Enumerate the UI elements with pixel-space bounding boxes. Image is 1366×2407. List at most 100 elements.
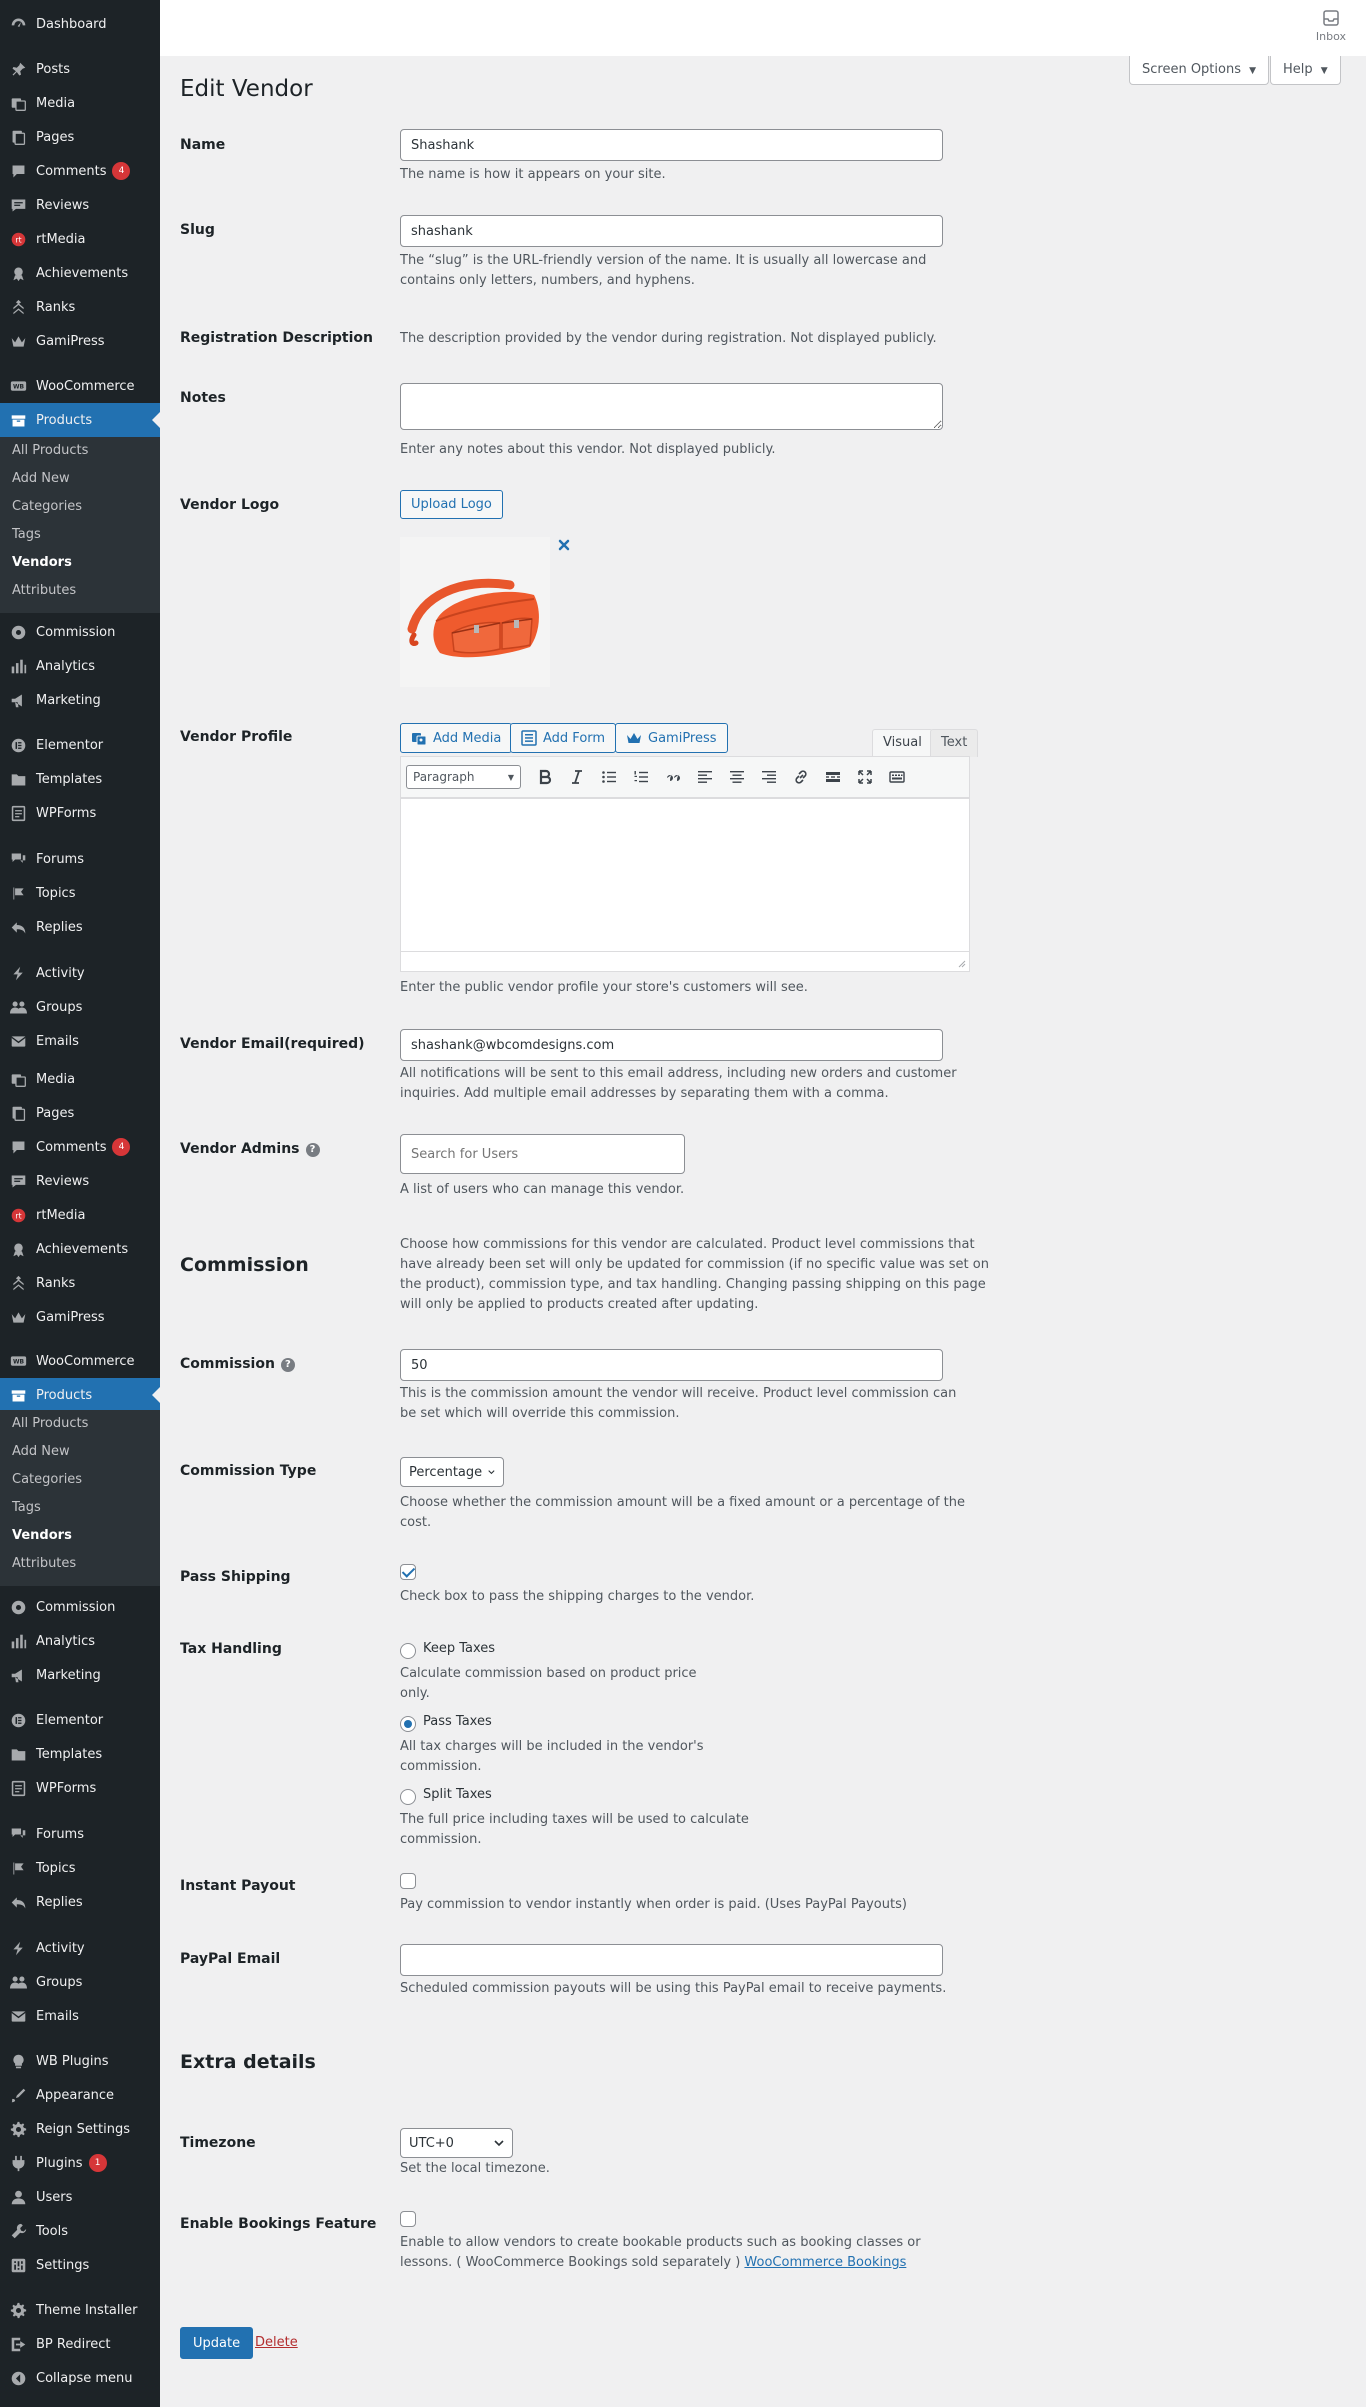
sidebar-item-marketing[interactable]: Marketing [0,1658,160,1692]
sidebar-item-emails[interactable]: Emails [0,1999,160,2033]
sidebar-item-emails[interactable]: Emails [0,1024,160,1058]
sidebar-item-bp-redirect[interactable]: BP Redirect [0,2327,160,2361]
sidebar-item-activity[interactable]: Activity [0,1931,160,1965]
bold-button[interactable] [529,763,561,791]
sidebar-item-analytics[interactable]: Analytics [0,1624,160,1658]
sidebar-item-comments[interactable]: Comments 4 [0,1130,160,1164]
pass-taxes-radio[interactable] [400,1716,416,1732]
insert-link-button[interactable] [785,763,817,791]
sidebar-item-collapse-menu[interactable]: Collapse menu [0,2361,160,2395]
fullscreen-button[interactable] [849,763,881,791]
sidebar-item-wpforms[interactable]: WPForms [0,796,160,830]
sidebar-item-wpforms[interactable]: WPForms [0,1771,160,1805]
sidebar-item-gamipress[interactable]: GamiPress [0,324,160,358]
submenu-item-categories[interactable]: Categories [12,1472,82,1487]
submenu-item-attributes[interactable]: Attributes [12,1556,76,1571]
sidebar-item-reviews[interactable]: Reviews [0,1164,160,1198]
screen-options-button[interactable]: Screen Options ▼ [1129,56,1270,85]
resize-handle-icon[interactable] [956,958,966,968]
paypal-email-input[interactable] [400,1944,943,1976]
help-button[interactable]: Help ▼ [1270,56,1341,85]
commission-type-select[interactable]: Percentage [400,1457,504,1487]
sidebar-item-woocommerce[interactable]: WB WooCommerce [0,369,160,403]
format-select[interactable]: Paragraph ▼ [406,765,521,789]
sidebar-item-ranks[interactable]: Ranks [0,290,160,324]
sidebar-item-achievements[interactable]: Achievements [0,256,160,290]
sidebar-item-rtmedia[interactable]: rt rtMedia [0,1198,160,1232]
sidebar-item-appearance[interactable]: Appearance [0,2078,160,2112]
inbox-button[interactable]: Inbox [1316,8,1346,43]
sidebar-item-dashboard[interactable]: Dashboard [0,7,160,41]
commission-input[interactable] [400,1349,943,1381]
slug-input[interactable] [400,215,943,247]
sidebar-item-groups[interactable]: Groups [0,1965,160,1999]
name-input[interactable] [400,129,943,161]
toolbar-toggle-button[interactable] [881,763,913,791]
submenu-item-attributes[interactable]: Attributes [12,583,76,598]
sidebar-item-topics[interactable]: Topics [0,876,160,910]
sidebar-item-plugins[interactable]: Plugins 1 [0,2146,160,2180]
sidebar-item-templates[interactable]: Templates [0,762,160,796]
sidebar-item-groups[interactable]: Groups [0,990,160,1024]
update-button[interactable]: Update [180,2327,254,2359]
submenu-item-all-products[interactable]: All Products [12,443,88,458]
submenu-item-add-new[interactable]: Add New [12,471,70,486]
sidebar-item-products[interactable]: Products [0,403,160,437]
sidebar-item-gamipress[interactable]: GamiPress [0,1300,160,1334]
sidebar-item-achievements[interactable]: Achievements [0,1232,160,1266]
sidebar-item-elementor[interactable]: Elementor [0,1703,160,1737]
sidebar-item-rtmedia[interactable]: rt rtMedia [0,222,160,256]
sidebar-item-comments[interactable]: Comments 4 [0,154,160,188]
submenu-item-categories[interactable]: Categories [12,499,82,514]
sidebar-item-ranks[interactable]: Ranks [0,1266,160,1300]
sidebar-item-forums[interactable]: Forums [0,842,160,876]
instant-payout-checkbox[interactable] [400,1873,416,1889]
sidebar-item-pages[interactable]: Pages [0,1096,160,1130]
notes-textarea[interactable] [400,383,943,430]
sidebar-item-topics[interactable]: Topics [0,1851,160,1885]
sidebar-item-media[interactable]: Media [0,1062,160,1096]
read-more-button[interactable] [817,763,849,791]
sidebar-item-elementor[interactable]: Elementor [0,728,160,762]
submenu-item-all-products[interactable]: All Products [12,1416,88,1431]
sidebar-item-products[interactable]: Products [0,1378,160,1412]
search-users-input[interactable] [400,1134,685,1174]
submenu-item-vendors[interactable]: Vendors [12,1528,72,1543]
upload-logo-button[interactable]: Upload Logo [400,490,503,519]
sidebar-item-replies[interactable]: Replies [0,1885,160,1919]
align-center-button[interactable] [721,763,753,791]
vendor-profile-editor[interactable] [400,798,970,972]
enable-bookings-checkbox[interactable] [400,2211,416,2227]
sidebar-item-wb-plugins[interactable]: WB Plugins [0,2044,160,2078]
sidebar-item-analytics[interactable]: Analytics [0,649,160,683]
numbered-list-button[interactable] [625,763,657,791]
blockquote-button[interactable] [657,763,689,791]
sidebar-item-theme-installer[interactable]: Theme Installer [0,2293,160,2327]
sidebar-item-users[interactable]: Users [0,2180,160,2214]
gamipress-button[interactable]: GamiPress [615,723,728,753]
sidebar-item-posts[interactable]: Posts [0,52,160,86]
split-taxes-radio[interactable] [400,1789,416,1805]
vendor-email-input[interactable] [400,1029,943,1061]
help-icon[interactable]: ? [280,1358,295,1372]
sidebar-item-pages[interactable]: Pages [0,120,160,154]
submenu-item-vendors[interactable]: Vendors [12,555,72,570]
tab-text[interactable]: Text [930,729,979,757]
sidebar-item-woocommerce[interactable]: WB WooCommerce [0,1344,160,1378]
pass-shipping-checkbox[interactable] [400,1564,416,1580]
delete-link[interactable]: Delete [255,2335,298,2350]
sidebar-item-marketing[interactable]: Marketing [0,683,160,717]
sidebar-item-settings[interactable]: Settings [0,2248,160,2282]
timezone-select[interactable]: UTC+0 [400,2128,513,2158]
italic-button[interactable] [561,763,593,791]
keep-taxes-radio[interactable] [400,1643,416,1659]
sidebar-item-commission[interactable]: Commission [0,1590,160,1624]
submenu-item-add-new[interactable]: Add New [12,1444,70,1459]
sidebar-item-templates[interactable]: Templates [0,1737,160,1771]
remove-logo-button[interactable] [557,538,571,552]
sidebar-item-reign-settings[interactable]: Reign Settings [0,2112,160,2146]
help-icon[interactable]: ? [305,1143,320,1157]
sidebar-item-media[interactable]: Media [0,86,160,120]
sidebar-item-tools[interactable]: Tools [0,2214,160,2248]
submenu-item-tags[interactable]: Tags [12,527,41,542]
